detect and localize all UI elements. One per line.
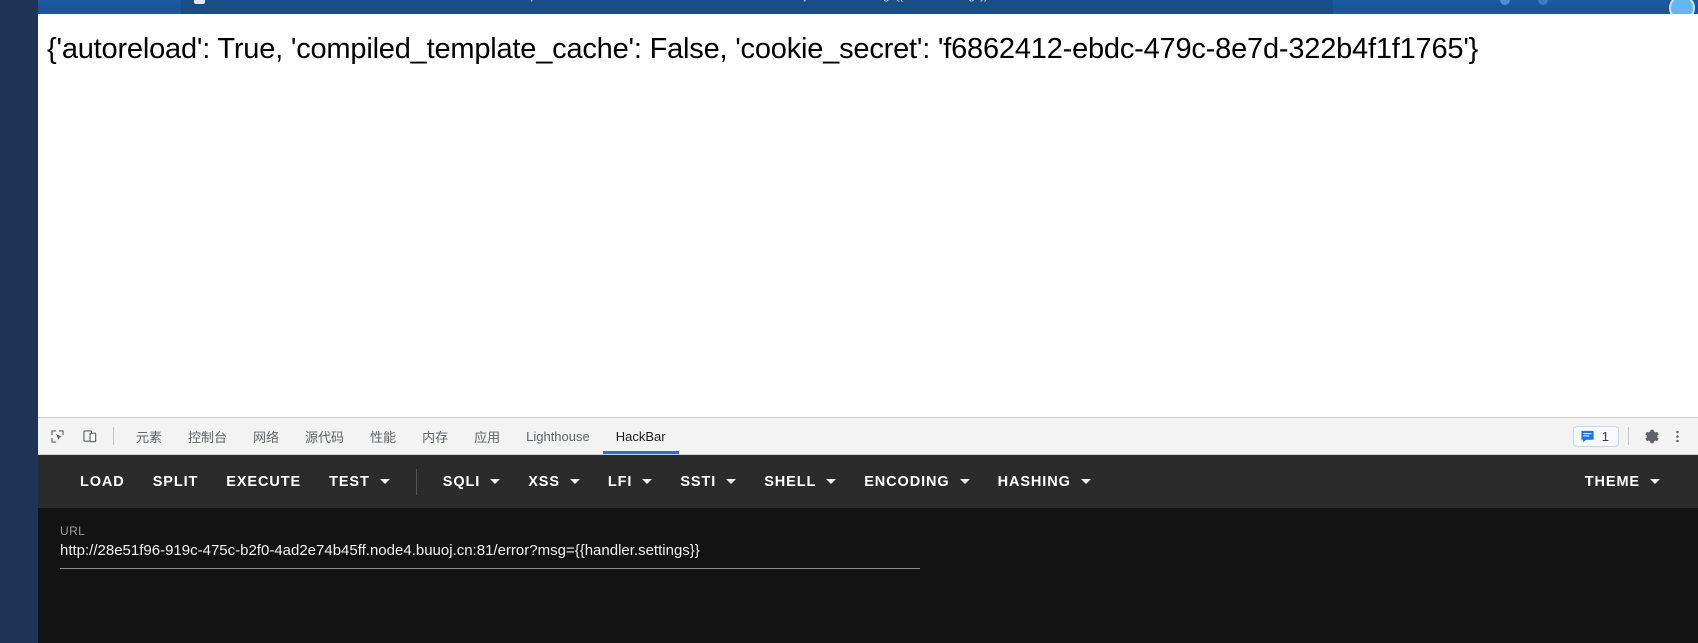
button-label: EXECUTE: [226, 473, 302, 490]
avatar[interactable]: [1669, 0, 1695, 14]
url-input[interactable]: http://28e51f96-919c-475c-b2f0-4ad2e74b4…: [60, 542, 920, 569]
button-label: SHELL: [764, 473, 817, 490]
button-label: LOAD: [80, 473, 125, 490]
extension-icon[interactable]: [1500, 0, 1510, 5]
window-left-edge: [0, 0, 38, 643]
browser-tab-strip: http://28e51f96-919c-475c-b2f0-4ad2e74b4…: [38, 0, 1698, 14]
gear-icon[interactable]: [1638, 423, 1664, 449]
button-label: SPLIT: [152, 473, 199, 490]
close-icon[interactable]: ✕: [1662, 0, 1670, 3]
browser-tab[interactable]: [181, 0, 1333, 14]
button-label: HASHING: [997, 473, 1071, 490]
button-label: LFI: [607, 473, 633, 490]
chevron-down-icon: [642, 479, 653, 484]
hackbar-sqli-menu[interactable]: SQLI: [429, 468, 514, 496]
extension-icon-2[interactable]: [1538, 0, 1548, 5]
button-label: XSS: [528, 473, 560, 490]
chevron-down-icon: [826, 479, 837, 484]
chevron-down-icon: [569, 479, 580, 484]
console-message-count: 1: [1601, 428, 1609, 444]
hackbar-toolbar: LOAD SPLIT EXECUTE TEST SQLI XSS LFI SST…: [38, 455, 1698, 508]
tab-label: 控制台: [188, 429, 228, 445]
chevron-down-icon: [959, 479, 970, 484]
browser-window: http://28e51f96-919c-475c-b2f0-4ad2e74b4…: [0, 0, 1698, 643]
hackbar-encoding-menu[interactable]: ENCODING: [850, 468, 983, 496]
tab-memory[interactable]: 内存: [409, 418, 461, 454]
toolbar-divider-right: [1628, 427, 1629, 445]
hackbar-split-button[interactable]: SPLIT: [139, 468, 213, 496]
minimize-icon[interactable]: –: [1615, 0, 1621, 3]
new-tab-button[interactable]: +: [1342, 0, 1354, 4]
window-controls[interactable]: – ❐ ✕: [1615, 0, 1670, 3]
hackbar-execute-button[interactable]: EXECUTE: [212, 468, 315, 496]
tab-label: HackBar: [615, 428, 666, 444]
chevron-down-icon: [1080, 479, 1091, 484]
console-message-badge[interactable]: 1: [1572, 425, 1619, 447]
tab-network[interactable]: 网络: [240, 418, 292, 454]
tab-performance[interactable]: 性能: [357, 418, 409, 454]
button-label: SSTI: [680, 473, 717, 490]
hackbar-url-panel: URL http://28e51f96-919c-475c-b2f0-4ad2e…: [38, 508, 1698, 643]
console-message-icon: [1581, 430, 1594, 442]
hackbar-load-button[interactable]: LOAD: [66, 468, 139, 496]
tab-label: 性能: [370, 429, 397, 445]
tab-label: Lighthouse: [526, 428, 590, 444]
hackbar-lfi-menu[interactable]: LFI: [594, 468, 666, 496]
devtools-toolbar-right: 1: [1572, 423, 1698, 449]
tab-elements[interactable]: 元素: [123, 418, 175, 454]
tab-label: 源代码: [305, 429, 345, 445]
more-vertical-icon[interactable]: [1664, 423, 1690, 449]
chevron-down-icon: [726, 479, 737, 484]
hackbar-divider: [415, 468, 417, 495]
chevron-down-icon: [379, 479, 390, 484]
url-field-label: URL: [60, 524, 86, 538]
maximize-icon[interactable]: ❐: [1637, 0, 1646, 3]
tab-hackbar[interactable]: HackBar: [602, 418, 679, 454]
inspect-element-icon[interactable]: [43, 423, 71, 449]
devtools-tab-bar: 元素 控制台 网络 源代码 性能 内存 应用 Lighthouse HackBa…: [38, 417, 1698, 455]
hackbar-theme-menu[interactable]: THEME: [1571, 468, 1674, 496]
tab-application[interactable]: 应用: [461, 418, 513, 454]
tab-label: 内存: [422, 429, 449, 445]
browser-tab-title: http://28e51f96-919c-475c-b2f0-4ad2e74b4…: [218, 0, 1288, 2]
page-viewport: {'autoreload': True, 'compiled_template_…: [38, 14, 1698, 417]
button-label: TEST: [329, 473, 370, 490]
device-toolbar-icon[interactable]: [76, 423, 104, 449]
button-label: SQLI: [442, 473, 481, 490]
devtools-tabs: 元素 控制台 网络 源代码 性能 内存 应用 Lighthouse HackBa…: [123, 418, 679, 454]
hackbar-xss-menu[interactable]: XSS: [514, 468, 594, 496]
tab-label: 应用: [474, 429, 501, 445]
hackbar-hashing-menu[interactable]: HASHING: [984, 468, 1105, 496]
toolbar-divider: [113, 427, 114, 445]
tab-console[interactable]: 控制台: [175, 418, 240, 454]
tab-sources[interactable]: 源代码: [292, 418, 357, 454]
favicon-icon: [194, 0, 205, 4]
chevron-down-icon: [490, 479, 501, 484]
hackbar-ssti-menu[interactable]: SSTI: [666, 468, 750, 496]
button-label: ENCODING: [864, 473, 950, 490]
tab-lighthouse[interactable]: Lighthouse: [513, 418, 603, 454]
hackbar-test-menu[interactable]: TEST: [315, 468, 404, 496]
page-body-text: {'autoreload': True, 'compiled_template_…: [47, 33, 1479, 65]
hackbar-shell-menu[interactable]: SHELL: [750, 468, 850, 496]
button-label: THEME: [1584, 473, 1640, 490]
chevron-down-icon: [1650, 479, 1660, 484]
tab-label: 网络: [253, 429, 280, 445]
tab-label: 元素: [136, 429, 163, 445]
